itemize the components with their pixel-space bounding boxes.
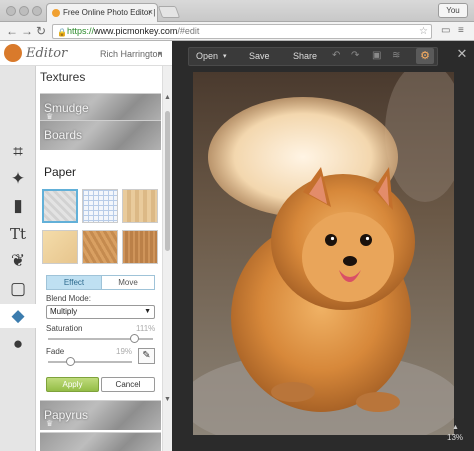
tab-title: Free Online Photo Editor |	[63, 8, 156, 17]
saturation-slider-knob[interactable]	[129, 334, 139, 343]
profile-button[interactable]: You	[438, 3, 468, 18]
menu-icon[interactable]: ≡	[458, 25, 464, 36]
texture-item-smudge[interactable]: Smudge ♛	[40, 93, 161, 123]
textures-panel: Textures Smudge ♛ Boards Paper Effect Mo…	[36, 66, 162, 451]
zoom-level[interactable]: 13%	[447, 433, 463, 442]
new-tab-button[interactable]	[157, 6, 181, 18]
textures-icon[interactable]: ◆	[0, 304, 36, 328]
texture-thumb[interactable]	[42, 189, 78, 223]
redo-icon[interactable]: ↷	[351, 50, 359, 61]
save-button[interactable]: Save	[249, 51, 270, 61]
reload-icon[interactable]: ↻	[36, 24, 46, 38]
open-button[interactable]: Open	[196, 51, 218, 61]
layers-icon[interactable]: ≋	[392, 50, 400, 61]
fade-slider-knob[interactable]	[65, 357, 75, 366]
zoom-window-button[interactable]	[32, 6, 42, 16]
close-window-button[interactable]	[6, 6, 16, 16]
picmonkey-logo-icon	[4, 44, 22, 62]
editor-header: Editor Rich Harrington ▾	[0, 41, 172, 66]
close-editor-button[interactable]: ✕	[454, 46, 470, 62]
cancel-button[interactable]: Cancel	[101, 377, 155, 392]
panel-scrollbar[interactable]: ▲ ▼	[162, 66, 172, 451]
texture-item-next[interactable]	[40, 432, 161, 451]
move-tab[interactable]: Move	[101, 275, 155, 290]
crop-icon[interactable]: ⌗	[0, 140, 36, 164]
texture-thumb[interactable]	[122, 230, 158, 264]
texture-item-boards[interactable]: Boards	[40, 120, 161, 150]
editor-top-toolbar: Open ▾ Save Share ↶ ↷ ▣ ≋	[188, 47, 438, 66]
user-menu-caret-icon[interactable]: ▾	[158, 49, 162, 58]
paintbrush-icon[interactable]: ✎	[138, 348, 155, 364]
settings-gear-icon[interactable]: ⚙	[416, 48, 434, 64]
crown-icon: ♛	[46, 419, 54, 428]
back-icon[interactable]: ←	[6, 24, 18, 38]
bookmark-star-icon[interactable]: ☆	[419, 25, 428, 38]
texture-label: Boards	[44, 128, 83, 142]
browser-toolbar: ← → ↻ 🔒 https://www.picmonkey.com/#edit …	[0, 22, 474, 41]
url-host: www.picmonkey.com	[94, 26, 178, 36]
active-texture-title: Paper	[44, 165, 77, 179]
scroll-down-icon[interactable]: ▼	[164, 396, 171, 403]
editor-logo-text: Editor	[26, 46, 68, 61]
image-size-icon[interactable]: ▣	[372, 50, 381, 61]
tool-rail: ⌗ ✦ ▮ Tt ❦ ▢ ◆ ●	[0, 66, 36, 451]
chevron-down-icon: ▼	[144, 308, 151, 315]
fade-slider-track[interactable]	[48, 361, 132, 363]
text-icon[interactable]: Tt	[0, 222, 36, 246]
address-bar[interactable]: 🔒 https://www.picmonkey.com/#edit ☆	[52, 24, 432, 39]
texture-thumb[interactable]	[122, 189, 158, 223]
panel-title: Textures	[40, 70, 86, 84]
lock-icon: 🔒	[57, 28, 67, 37]
saturation-value: 111%	[136, 324, 156, 333]
frame-icon[interactable]: ▢	[0, 277, 36, 301]
tab-close-icon[interactable]: ×	[148, 7, 153, 17]
picmonkey-favicon-icon	[52, 9, 60, 17]
texture-thumb[interactable]	[82, 189, 118, 223]
scrollbar-thumb[interactable]	[165, 111, 170, 251]
fade-label: Fade	[46, 347, 65, 356]
browser-tab-bar: Free Online Photo Editor | × You	[0, 0, 474, 22]
texture-thumb[interactable]	[82, 230, 118, 264]
open-caret-icon[interactable]: ▾	[223, 52, 227, 60]
magic-wand-icon[interactable]: ✦	[0, 167, 36, 191]
texture-item-papyrus[interactable]: Papyrus ♛	[40, 400, 161, 430]
effect-tab[interactable]: Effect	[46, 275, 102, 290]
share-button[interactable]: Share	[293, 51, 317, 61]
cast-icon[interactable]: ▭	[441, 25, 450, 36]
forward-icon[interactable]: →	[21, 24, 33, 38]
fade-value: 19%	[116, 347, 133, 356]
blend-mode-value: Multiply	[50, 307, 78, 316]
blend-mode-label: Blend Mode:	[46, 294, 91, 303]
blend-mode-select[interactable]: Multiply ▼	[46, 305, 155, 319]
saturation-label: Saturation	[46, 324, 83, 333]
butterfly-icon[interactable]: ❦	[0, 249, 36, 273]
themes-apple-icon[interactable]: ●	[0, 332, 36, 356]
user-name[interactable]: Rich Harrington	[100, 49, 163, 59]
minimize-window-button[interactable]	[19, 6, 29, 16]
url-scheme: https://	[67, 26, 95, 36]
undo-icon[interactable]: ↶	[332, 50, 340, 61]
texture-thumb[interactable]	[42, 230, 78, 264]
browser-tab[interactable]: Free Online Photo Editor | ×	[46, 3, 158, 22]
touchup-icon[interactable]: ▮	[0, 194, 36, 218]
apply-button[interactable]: Apply	[46, 377, 99, 392]
url-path: /#edit	[177, 26, 200, 36]
dog-photo	[193, 72, 454, 435]
scroll-up-icon[interactable]: ▲	[164, 94, 171, 101]
zoom-caret-icon[interactable]: ▲	[452, 424, 459, 431]
